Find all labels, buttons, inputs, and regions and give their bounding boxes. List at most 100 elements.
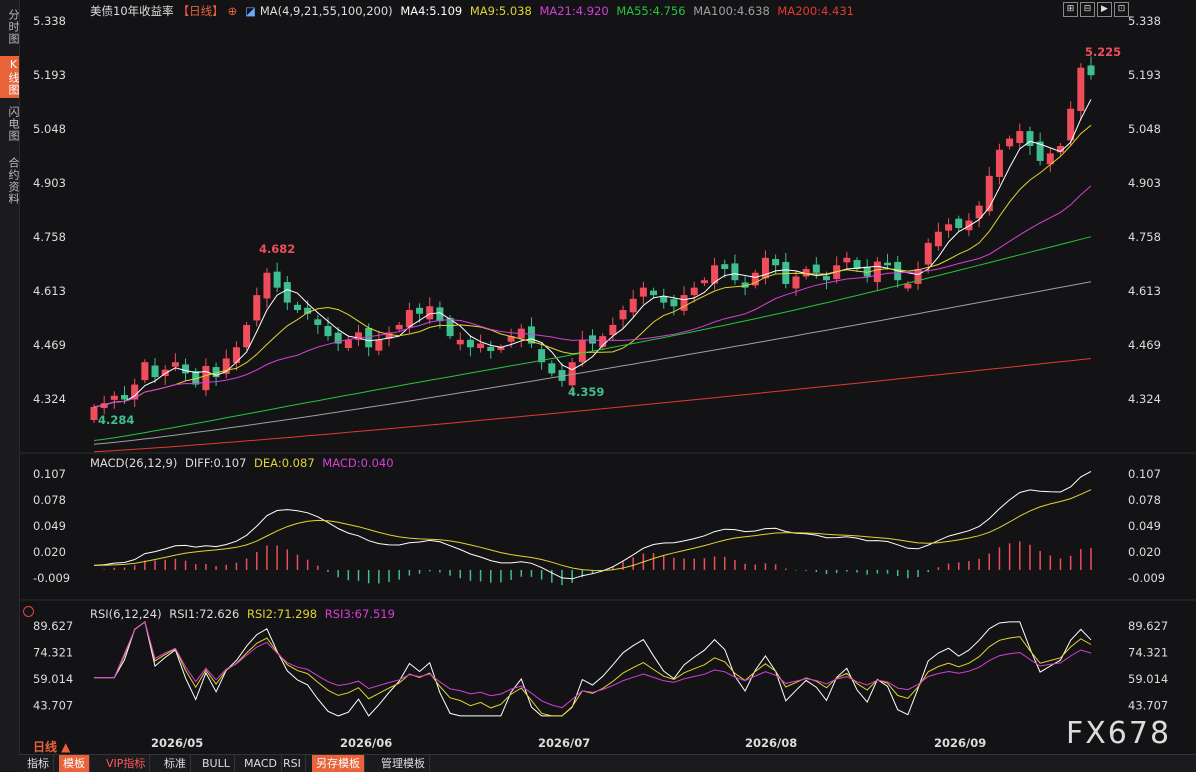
tab-rsi[interactable]: RSI	[279, 755, 306, 772]
price-axis-left-label: 4.324	[33, 392, 66, 406]
candle-body	[792, 276, 800, 289]
ma100-line	[93, 281, 1092, 445]
candle-body	[456, 339, 464, 345]
play-icon[interactable]: ▶	[1097, 2, 1112, 17]
candle-body	[924, 242, 932, 265]
high-label: 4.682	[259, 242, 295, 256]
price-axis-right-label: 4.613	[1128, 284, 1161, 298]
sidebar-tab-2[interactable]: 闪电图	[0, 100, 20, 148]
macd-axis-left-label: 0.020	[33, 545, 66, 559]
price-axis-left-label: 5.048	[33, 122, 66, 136]
rsi2-value: RSI2:71.298	[247, 607, 318, 621]
candle-body	[416, 307, 424, 314]
grid-icon[interactable]: ⊞	[1063, 2, 1078, 17]
candle-body	[731, 263, 739, 281]
low-label: 4.359	[568, 385, 604, 399]
chart-area: 5.338 5.338 5.193 5.193 5.048 5.048 4.903 4.903…	[19, 0, 1196, 771]
candle-body	[904, 283, 912, 289]
sidebar-tab-0[interactable]: 分时图	[0, 4, 20, 50]
candle-body	[232, 347, 240, 363]
ma9-line	[93, 124, 1092, 408]
period-tag: 【日线】	[177, 4, 224, 18]
candle-body	[466, 339, 474, 348]
candle-body	[548, 363, 556, 374]
macd-axis-left-label: 0.107	[33, 467, 66, 481]
ma21-line	[93, 185, 1092, 408]
price-axis-left-label: 4.613	[33, 284, 66, 298]
sidebar-tab-1[interactable]: K线图	[0, 56, 20, 98]
rsi-axis-right-label: 59.014	[1128, 672, 1168, 686]
candle-body	[934, 231, 942, 247]
macd-axis-left-label: 0.078	[33, 493, 66, 507]
expand-icon[interactable]: ⊡	[1114, 2, 1129, 17]
candle-body	[1016, 131, 1024, 144]
candle-body	[843, 257, 851, 263]
sidebar-tab-3[interactable]: 合约资料	[0, 152, 20, 210]
candle-body	[700, 280, 708, 284]
x-date: 2026/09	[934, 736, 987, 750]
candle-body	[121, 395, 129, 400]
candle-body	[324, 326, 332, 337]
rsi-params: RSI(6,12,24)	[90, 607, 162, 621]
price-axis-right-label: 4.758	[1128, 230, 1161, 244]
macd-diff-line	[93, 470, 1092, 580]
macd-dea-line	[93, 489, 1092, 572]
rsi3-value: RSI3:67.519	[324, 607, 395, 621]
chart-type-icon[interactable]: ◪	[245, 4, 256, 18]
candle-body	[609, 324, 617, 335]
watermark: FX678	[1066, 716, 1172, 751]
price-legend: 美债10年收益率 【日线】 ⊕ ◪ MA(4,9,21,55,100,200) MA4…	[90, 3, 858, 19]
high-label: 5.225	[1085, 45, 1121, 59]
macd-axis-right-label: 0.049	[1128, 519, 1161, 533]
price-axis-right-label: 4.469	[1128, 338, 1161, 352]
ma21-value: MA21:4.920	[539, 4, 609, 18]
candle-body	[680, 295, 688, 311]
candle-body	[202, 365, 210, 391]
candle-body	[426, 306, 434, 320]
candle-body	[639, 287, 647, 297]
macd-axis-left-label: 0.049	[33, 519, 66, 533]
macd-legend: MACD(26,12,9) DIFF:0.107 DEA:0.087 MACD:…	[90, 456, 398, 470]
candle-body	[965, 220, 973, 231]
ma55-value: MA55:4.756	[616, 4, 686, 18]
candle-body	[670, 299, 678, 307]
tab-bull[interactable]: BULL	[198, 755, 235, 772]
price-axis-right-label: 5.193	[1128, 68, 1161, 82]
zoom-out-icon[interactable]: ⊟	[1080, 2, 1095, 17]
candle-body	[487, 346, 495, 352]
chart-svg: 5.338 5.338 5.193 5.193 5.048 5.048 4.903 4.903…	[19, 14, 1196, 717]
period-selector[interactable]: 日线 ▲	[33, 738, 70, 755]
x-date: 2026/05	[151, 736, 204, 750]
price-axis-left-label: 5.338	[33, 14, 66, 28]
price-axis-right-label: 5.338	[1128, 14, 1161, 28]
tab-template[interactable]: 模板	[59, 755, 90, 772]
ma4-value: MA4:5.109	[400, 4, 463, 18]
macd-axis-right-label: -0.009	[1128, 571, 1165, 585]
tab-standard[interactable]: 标准	[160, 755, 191, 772]
tab-macd[interactable]: MACD	[240, 755, 282, 772]
price-axis-left-label: 4.903	[33, 176, 66, 190]
candle-body	[151, 365, 159, 378]
candle-body	[884, 262, 892, 266]
ma4-line	[93, 99, 1092, 408]
candle-body	[985, 175, 993, 212]
tab-manage-template[interactable]: 管理模板	[377, 755, 430, 772]
rsi-axis-left-label: 89.627	[33, 619, 73, 633]
candle-body	[578, 339, 586, 363]
rsi-legend: RSI(6,12,24) RSI1:72.626 RSI2:71.298 RSI…	[90, 607, 399, 621]
tab-save-template[interactable]: 另存模板	[312, 755, 365, 772]
macd-diff: DIFF:0.107	[185, 456, 247, 470]
candle-body	[375, 339, 383, 351]
tab-indicator[interactable]: 指标	[23, 755, 54, 772]
tab-vip-indicator[interactable]: VIP指标	[102, 755, 151, 772]
candle-body	[141, 362, 149, 381]
candle-body	[344, 339, 352, 349]
candle-body	[314, 319, 322, 325]
low-label: 4.284	[98, 413, 134, 427]
settings-icon[interactable]: ⊕	[228, 4, 238, 18]
candle-body	[945, 224, 953, 231]
candle-body	[1026, 131, 1034, 146]
indicator-toggle-icon[interactable]	[23, 606, 34, 617]
price-axis-right-label: 4.903	[1128, 176, 1161, 190]
candle-body	[171, 362, 179, 367]
